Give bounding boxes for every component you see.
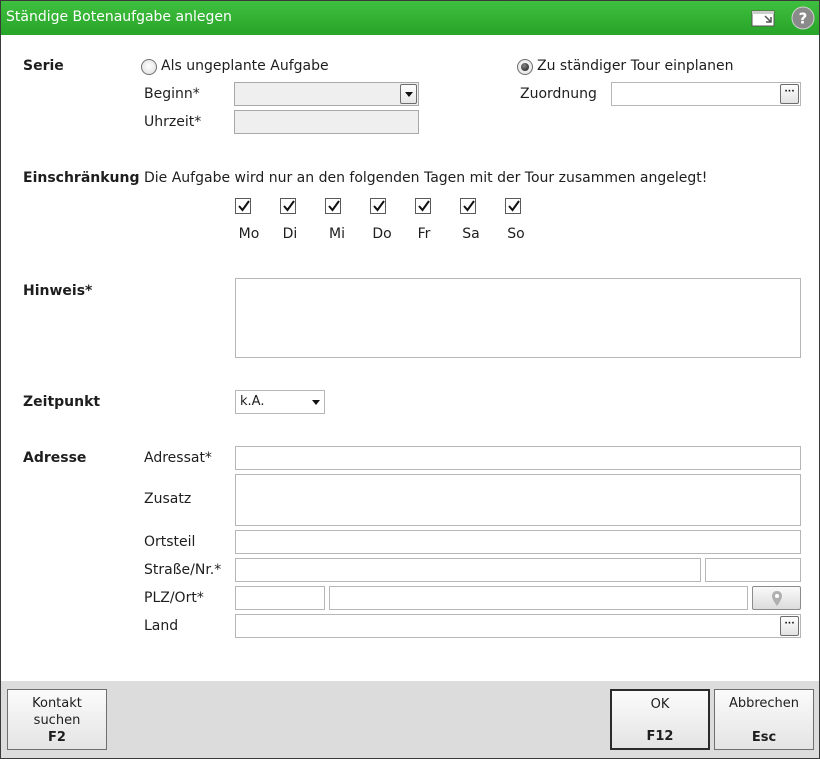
abbrechen-label: Abbrechen [728,696,800,711]
title-bar: Ständige Botenaufgabe anlegen ? [1,1,819,35]
day-label-fr: Fr [417,226,431,242]
zeitpunkt-select[interactable]: k.A. [235,390,325,414]
day-label-so: So [507,226,525,242]
help-icon[interactable]: ? [791,6,815,30]
adressat-field[interactable] [235,446,801,470]
unplanned-radio-label[interactable]: Als ungeplante Aufgabe [161,58,329,74]
window-toggle-icon[interactable] [751,6,775,30]
einschraenkung-label: Einschränkung [23,170,140,186]
uhrzeit-label: Uhrzeit* [144,114,202,130]
zeitpunkt-label: Zeitpunkt [23,394,101,410]
strasse-label: Straße/Nr.* [144,562,222,578]
day-label-mo: Mo [238,226,260,242]
einschraenkung-text: Die Aufgabe wird nur an den folgenden Ta… [144,170,708,186]
beginn-select[interactable] [234,82,419,106]
hinweis-label: Hinweis* [23,283,93,299]
zuordnung-field[interactable]: ··· [611,82,801,106]
day-checkbox-sa[interactable] [460,198,476,214]
more-options-icon[interactable]: ··· [780,616,799,636]
adresse-label: Adresse [23,450,87,466]
plz-field[interactable] [235,586,325,610]
serie-label: Serie [23,58,64,74]
ortsteil-field[interactable] [235,530,801,554]
day-checkbox-do[interactable] [370,198,386,214]
day-checkbox-di[interactable] [280,198,296,214]
day-checkbox-mo[interactable] [235,198,251,214]
day-label-do: Do [372,226,392,242]
hausnummer-field[interactable] [705,558,801,582]
tour-radio[interactable] [517,59,533,75]
ortsteil-label: Ortsteil [144,534,196,550]
strasse-field[interactable] [235,558,701,582]
day-checkbox-so[interactable] [505,198,521,214]
land-field[interactable]: ··· [235,614,801,638]
uhrzeit-field[interactable] [234,110,419,134]
hinweis-textarea[interactable] [235,278,801,358]
unplanned-radio[interactable] [141,59,157,75]
zusatz-label: Zusatz [144,491,192,507]
ort-field[interactable] [329,586,748,610]
map-pin-icon [772,591,782,606]
abbrechen-button[interactable]: Abbrechen Esc [714,689,814,750]
zeitpunkt-value: k.A. [240,394,265,409]
day-label-mi: Mi [329,226,345,242]
map-pin-button[interactable] [752,586,801,610]
day-label-sa: Sa [462,226,480,242]
ok-key: F12 [646,729,674,744]
zusatz-field[interactable] [235,474,801,526]
day-checkbox-mi[interactable] [325,198,341,214]
abbrechen-key: Esc [751,730,777,745]
ok-button[interactable]: OK F12 [610,689,710,750]
window-title: Ständige Botenaufgabe anlegen [6,9,232,25]
kontakt-suchen-line1: Kontakt [32,696,82,711]
chevron-down-icon[interactable] [312,400,320,405]
plz-ort-label: PLZ/Ort* [144,590,204,606]
more-options-icon[interactable]: ··· [780,84,799,104]
day-checkbox-fr[interactable] [415,198,431,214]
tour-radio-label[interactable]: Zu ständiger Tour einplanen [537,58,734,74]
dialog-window: Ständige Botenaufgabe anlegen ? Serie Al… [0,0,820,759]
beginn-label: Beginn* [144,86,200,102]
land-label: Land [144,618,179,634]
adressat-label: Adressat* [144,450,212,466]
kontakt-suchen-button[interactable]: Kontakt suchen F2 [7,689,107,750]
ok-label: OK [650,697,670,712]
kontakt-suchen-key: F2 [48,730,66,745]
chevron-down-icon[interactable] [400,84,417,104]
day-label-di: Di [282,226,298,242]
svg-text:?: ? [799,10,808,28]
zuordnung-label: Zuordnung [520,86,597,102]
kontakt-suchen-line2: suchen [33,713,81,728]
